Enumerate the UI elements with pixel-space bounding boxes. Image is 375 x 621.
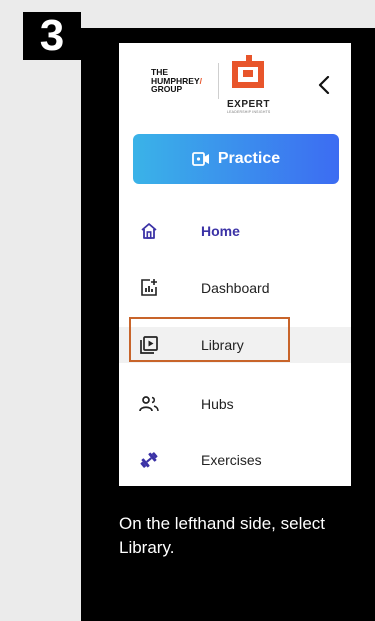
people-icon [139, 394, 159, 414]
collapse-sidebar-button[interactable] [315, 73, 333, 97]
expert-logo-text: EXPERT [227, 99, 271, 110]
practice-button[interactable]: Practice [133, 134, 339, 184]
expert-logo-mark-icon [232, 55, 264, 88]
app-sidebar-screenshot: THE HUMPHREY/ GROUP EXPERT LEADERSHIP IN… [119, 43, 351, 486]
sidebar-item-label: Exercises [201, 452, 262, 468]
sidebar-item-dashboard[interactable]: Dashboard [119, 270, 351, 306]
dashboard-icon [139, 278, 159, 298]
video-icon [191, 152, 209, 166]
sidebar-item-label: Dashboard [201, 280, 270, 296]
humphrey-group-logo: THE HUMPHREY/ GROUP [151, 68, 202, 94]
home-icon [139, 221, 159, 241]
sidebar-item-home[interactable]: Home [119, 213, 351, 249]
step-number: 3 [39, 11, 65, 60]
instruction-text: On the lefthand side, select Library. [119, 514, 326, 557]
chevron-left-icon [318, 76, 330, 94]
sidebar-item-hubs[interactable]: Hubs [119, 386, 351, 422]
logo-line-3: GROUP [151, 84, 183, 94]
sidebar-item-exercises[interactable]: Exercises [119, 442, 351, 478]
expert-logo-tagline: LEADERSHIP INSIGHTS [227, 110, 271, 114]
sidebar-item-label: Home [201, 223, 240, 239]
sidebar-item-label: Hubs [201, 396, 234, 412]
step-number-badge: 3 [23, 12, 81, 60]
logo-divider [218, 63, 219, 99]
top-notch [216, 0, 256, 18]
library-highlight-box [129, 317, 290, 362]
practice-button-label: Practice [217, 150, 281, 167]
dumbbell-icon [139, 450, 159, 470]
logo-slash: / [199, 75, 203, 86]
